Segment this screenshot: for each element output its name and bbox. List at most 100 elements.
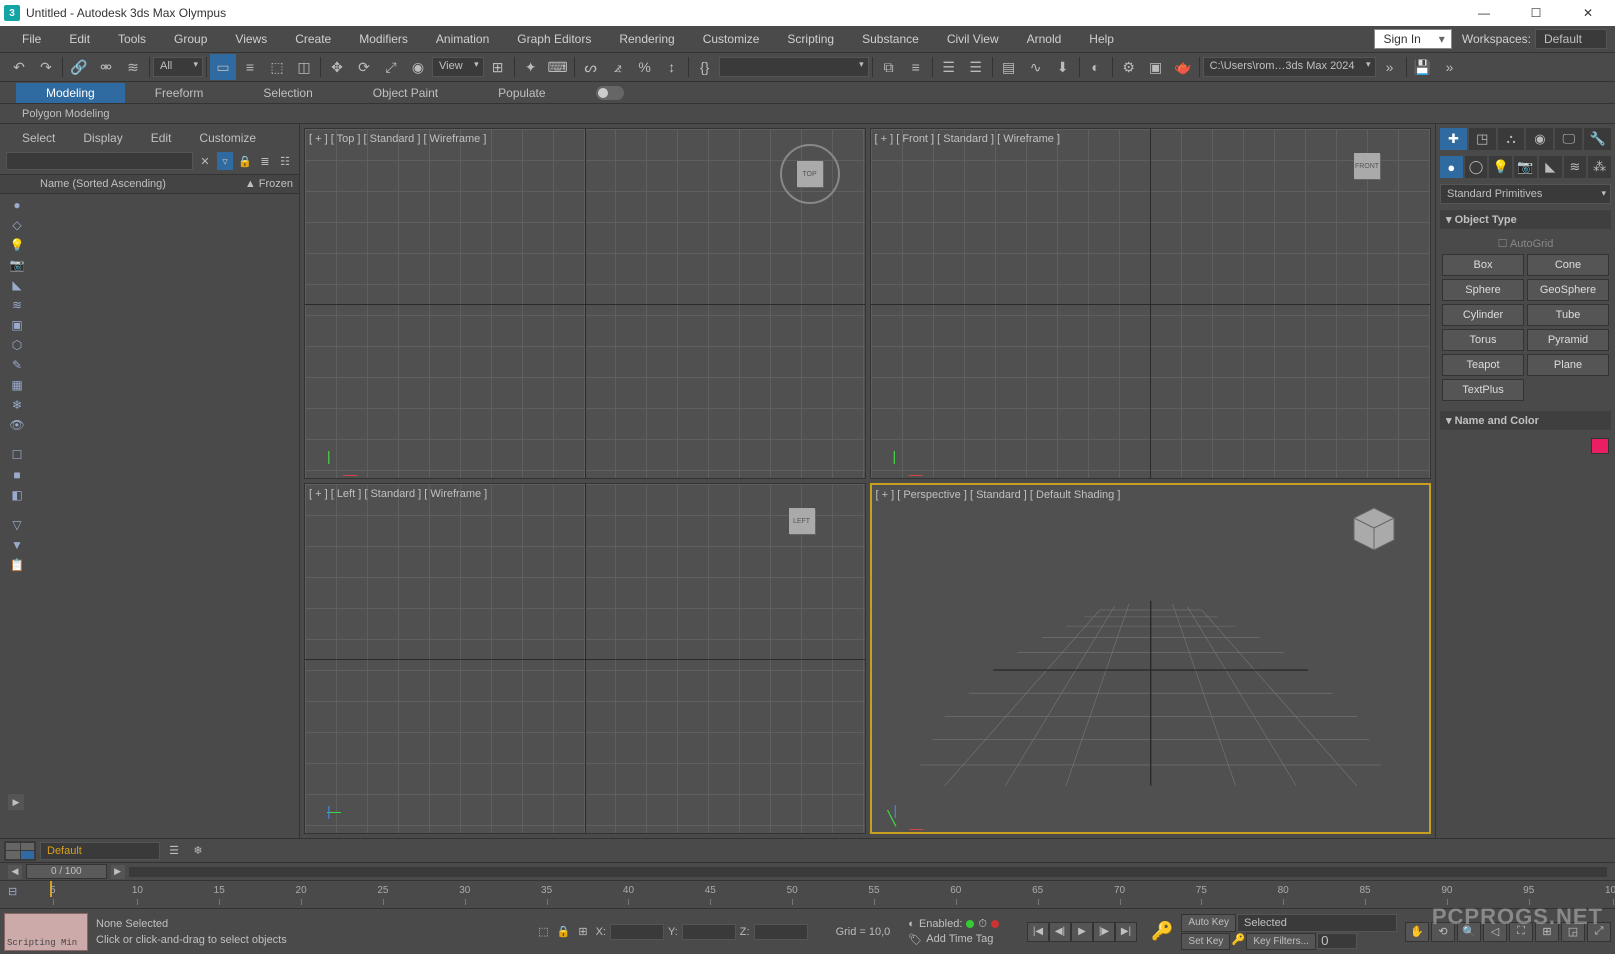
column-frozen[interactable]: ▲ Frozen [237, 178, 293, 190]
time-prev-icon[interactable]: ◀ [8, 865, 22, 879]
fov-icon[interactable]: ◁ [1483, 922, 1507, 942]
viewcube-perspective[interactable] [1339, 495, 1409, 565]
y-input[interactable] [682, 924, 736, 940]
torus-button[interactable]: Torus [1442, 329, 1524, 351]
column-name[interactable]: Name (Sorted Ascending) [40, 178, 237, 190]
filter-frozen-icon[interactable]: ❄ [8, 396, 26, 414]
systems-subtab-icon[interactable]: ⁂ [1588, 156, 1611, 178]
display-none-icon[interactable]: ☐ [8, 446, 26, 464]
play-icon[interactable]: ▶ [1071, 922, 1093, 942]
display-all-icon[interactable]: ■ [8, 466, 26, 484]
lock-icon[interactable]: 🔒 [237, 152, 253, 170]
menu-create[interactable]: Create [281, 28, 345, 50]
zoom-extents-icon[interactable]: ⛶ [1509, 922, 1533, 942]
selection-lock-icon[interactable]: 🔒 [557, 925, 571, 938]
funnel-icon[interactable]: ▽ [8, 516, 26, 534]
rectangular-selection-icon[interactable]: ⬚ [264, 54, 290, 80]
goto-start-icon[interactable]: |◀ [1027, 922, 1049, 942]
modify-tab-icon[interactable]: ◳ [1469, 128, 1496, 150]
max-toggle-icon[interactable]: ◲ [1561, 922, 1585, 942]
menu-substance[interactable]: Substance [848, 28, 933, 50]
key-filters-button[interactable]: Key Filters... [1246, 933, 1316, 950]
current-frame-input[interactable] [1317, 933, 1357, 949]
goto-end-icon[interactable]: ▶| [1115, 922, 1137, 942]
filter-spacewarps-icon[interactable]: ≋ [8, 296, 26, 314]
workspaces-dropdown[interactable]: Default [1535, 29, 1607, 49]
named-selection-dropdown[interactable] [719, 57, 869, 77]
se-tab-customize[interactable]: Customize [185, 128, 270, 148]
scale-icon[interactable]: ⤢ [378, 54, 404, 80]
filter-hidden-icon[interactable]: 👁 [8, 416, 26, 434]
geometry-subtab-icon[interactable]: ● [1440, 156, 1463, 178]
set-key-button[interactable]: Set Key [1181, 933, 1230, 950]
trackbar-icon[interactable]: ⊟ [8, 885, 17, 898]
sign-in-dropdown[interactable]: Sign In [1374, 29, 1451, 49]
time-track[interactable] [129, 867, 1607, 877]
use-pivot-icon[interactable]: ⊞ [485, 54, 511, 80]
curve-editor-icon[interactable]: ∿ [1023, 54, 1049, 80]
rollout-name-color[interactable]: Name and Color [1440, 411, 1611, 430]
spinner-snap-icon[interactable]: ↕ [659, 54, 685, 80]
select-manipulate-icon[interactable]: ✦ [518, 54, 544, 80]
filter-helpers-icon[interactable]: ◣ [8, 276, 26, 294]
schematic-view-icon[interactable]: ⬇ [1050, 54, 1076, 80]
percent-snap-icon[interactable]: % [632, 54, 658, 80]
viewport-left-label[interactable]: [ + ] [ Left ] [ Standard ] [ Wireframe … [309, 488, 487, 500]
active-layer-dropdown[interactable]: Default [40, 842, 160, 860]
object-color-swatch[interactable] [1591, 438, 1609, 454]
menu-views[interactable]: Views [221, 28, 281, 50]
filter-container-icon[interactable]: ▦ [8, 376, 26, 394]
placement-icon[interactable]: ◉ [405, 54, 431, 80]
tab-freeform[interactable]: Freeform [125, 83, 234, 103]
se-tab-display[interactable]: Display [69, 128, 136, 148]
menu-edit[interactable]: Edit [55, 28, 104, 50]
geosphere-button[interactable]: GeoSphere [1527, 279, 1609, 301]
cylinder-button[interactable]: Cylinder [1442, 304, 1524, 326]
filter-xrefs-icon[interactable]: ⬡ [8, 336, 26, 354]
edit-selection-set-icon[interactable]: {} [692, 54, 718, 80]
pan-view-icon[interactable]: ✋ [1405, 922, 1429, 942]
filter-geometry-icon[interactable]: ● [8, 196, 26, 214]
zoom-icon[interactable]: 🔍 [1457, 922, 1481, 942]
selection-filter-dropdown[interactable]: All [153, 57, 203, 77]
expand-scene-explorer-icon[interactable]: ▶ [8, 794, 24, 810]
hierarchy-tab-icon[interactable]: ⛬ [1498, 128, 1525, 150]
menu-rendering[interactable]: Rendering [605, 28, 688, 50]
autogrid-checkbox[interactable]: ☐ AutoGrid [1442, 233, 1609, 254]
overflow-icon[interactable]: » [1377, 54, 1403, 80]
bind-space-warp-icon[interactable]: ≋ [120, 54, 146, 80]
x-input[interactable] [610, 924, 664, 940]
pyramid-button[interactable]: Pyramid [1527, 329, 1609, 351]
render-production-icon[interactable]: 🫖 [1170, 54, 1196, 80]
move-icon[interactable]: ✥ [324, 54, 350, 80]
window-crossing-icon[interactable]: ◫ [291, 54, 317, 80]
tree-icon[interactable]: ☷ [277, 152, 293, 170]
minimize-button[interactable]: — [1461, 0, 1507, 26]
se-tab-select[interactable]: Select [8, 128, 69, 148]
menu-civil-view[interactable]: Civil View [933, 28, 1013, 50]
filter-shapes-icon[interactable]: ◇ [8, 216, 26, 234]
textplus-button[interactable]: TextPlus [1442, 379, 1524, 401]
viewport-left[interactable]: [ + ] [ Left ] [ Standard ] [ Wireframe … [304, 483, 866, 834]
helpers-subtab-icon[interactable]: ◣ [1539, 156, 1562, 178]
cone-button[interactable]: Cone [1527, 254, 1609, 276]
shapes-subtab-icon[interactable]: ◯ [1465, 156, 1488, 178]
menu-arnold[interactable]: Arnold [1013, 28, 1076, 50]
motion-tab-icon[interactable]: ◉ [1526, 128, 1553, 150]
tube-button[interactable]: Tube [1527, 304, 1609, 326]
key-filter-selected[interactable]: Selected [1237, 914, 1397, 932]
menu-tools[interactable]: Tools [104, 28, 160, 50]
viewport-layout-icon[interactable] [4, 841, 36, 861]
project-path-dropdown[interactable]: C:\Users\rom…3ds Max 2024 [1203, 57, 1376, 77]
viewport-perspective[interactable]: [ + ] [ Perspective ] [ Standard ] [ Def… [870, 483, 1432, 834]
menu-customize[interactable]: Customize [689, 28, 774, 50]
sphere-button[interactable]: Sphere [1442, 279, 1524, 301]
clipboard-icon[interactable]: 📋 [8, 556, 26, 574]
menu-animation[interactable]: Animation [422, 28, 503, 50]
scene-tree-content[interactable] [34, 194, 299, 838]
funnel2-icon[interactable]: ▼ [8, 536, 26, 554]
time-tag-icon[interactable]: 🏷 [908, 933, 922, 946]
utilities-tab-icon[interactable]: 🔧 [1584, 128, 1611, 150]
align-icon[interactable]: ≡ [903, 54, 929, 80]
polygon-modeling-label[interactable]: Polygon Modeling [14, 106, 117, 122]
